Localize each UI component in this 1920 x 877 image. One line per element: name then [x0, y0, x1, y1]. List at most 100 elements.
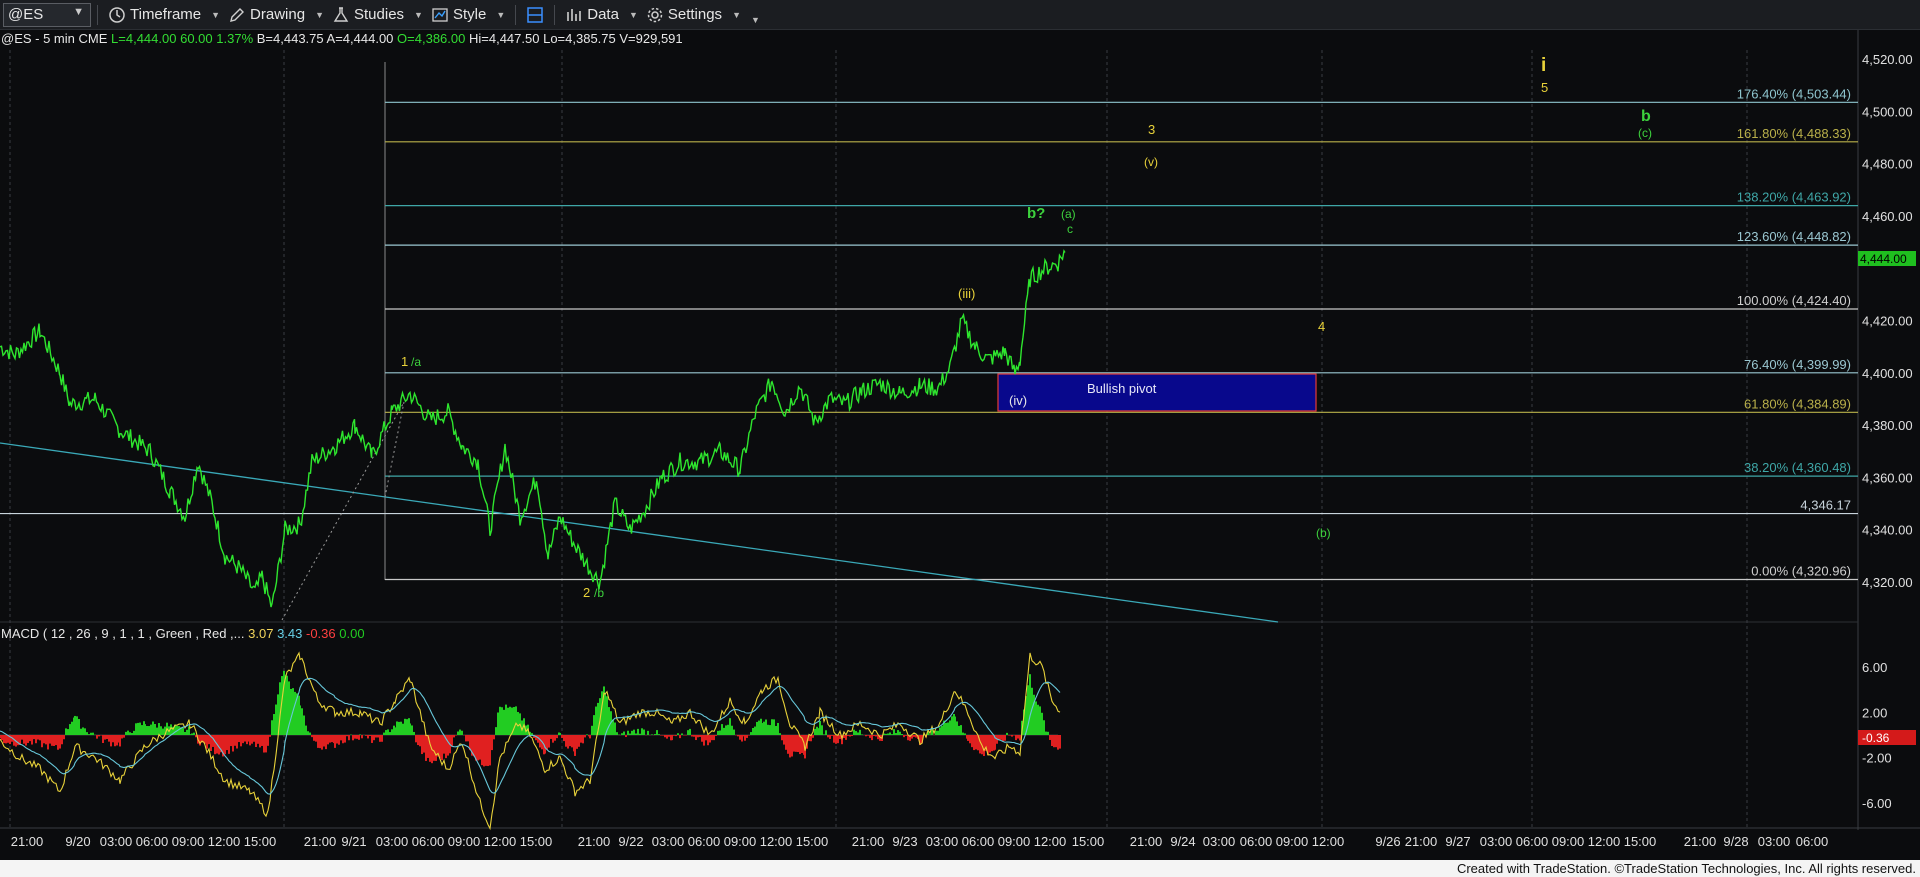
time-axis-label: 12:00	[1034, 834, 1067, 849]
time-axis-label: 9/27	[1445, 834, 1470, 849]
wave-label-c: c	[1067, 222, 1073, 236]
fib-level-label: 176.40% (4,503.44)	[1737, 86, 1851, 101]
exchange-label: CME	[78, 31, 108, 46]
fib-level-label: 138.20% (4,463.92)	[1737, 190, 1851, 205]
price-axis-label: 4,360.00	[1862, 470, 1913, 485]
time-axis-label: 12:00	[760, 834, 793, 849]
fib-level-label: 4,346.17	[1800, 498, 1851, 513]
fib-level-label: 161.80% (4,488.33)	[1737, 126, 1851, 141]
wave-label-a: /a	[411, 355, 421, 369]
time-axis-label: 9/24	[1170, 834, 1195, 849]
fib-level-label: 61.80% (4,384.89)	[1744, 396, 1851, 411]
wave-label-b-slash: /b	[594, 586, 604, 600]
time-axis-label: 15:00	[1072, 834, 1105, 849]
time-axis-label: 9/22	[618, 834, 643, 849]
time-axis-label: 21:00	[304, 834, 337, 849]
fib-level-label: 0.00% (4,320.96)	[1751, 563, 1851, 578]
wave-label-v: (v)	[1144, 155, 1158, 169]
pct-change: 1.37%	[216, 31, 254, 46]
wave-label-b: b	[1641, 108, 1651, 125]
time-axis-label: 12:00	[1588, 834, 1621, 849]
macd-axis-label: 6.00	[1862, 660, 1887, 675]
wave-label-b-question: b?	[1027, 205, 1045, 222]
time-axis-label: 09:00	[448, 834, 481, 849]
time-axis-label: 06:00	[962, 834, 995, 849]
fib-level-label: 100.00% (4,424.40)	[1737, 293, 1851, 308]
wave-label-c-paren: (c)	[1638, 126, 1652, 140]
price-axis-label: 4,420.00	[1862, 314, 1913, 329]
wave-label-3: 3	[1148, 122, 1155, 137]
fib-level-label: 76.40% (4,399.99)	[1744, 357, 1851, 372]
time-axis-label: 06:00	[688, 834, 721, 849]
price-axis-label: 4,400.00	[1862, 366, 1913, 381]
ask-price: A=4,444.00	[326, 31, 394, 46]
time-axis-label: 09:00	[172, 834, 205, 849]
macd-value: 3.07	[248, 626, 274, 641]
time-axis-label: 21:00	[1684, 834, 1717, 849]
last-price: L=4,444.00	[111, 31, 177, 46]
time-axis-label: 9/23	[892, 834, 917, 849]
net-change: 60.00	[180, 31, 213, 46]
bid-price: B=4,443.75	[256, 31, 324, 46]
open-price: O=4,386.00	[397, 31, 466, 46]
low-price: Lo=4,385.75	[543, 31, 616, 46]
time-axis-label: 21:00	[578, 834, 611, 849]
time-axis-label: 09:00	[1552, 834, 1585, 849]
time-axis-label: 15:00	[244, 834, 277, 849]
fib-level-label: 38.20% (4,360.48)	[1744, 460, 1851, 475]
price-axis-label: 4,320.00	[1862, 575, 1913, 590]
time-axis-label: 03:00	[926, 834, 959, 849]
macd-axis-label: -2.00	[1862, 751, 1892, 766]
price-axis-label: 4,500.00	[1862, 104, 1913, 119]
time-axis-label: 15:00	[796, 834, 829, 849]
time-axis-label: 06:00	[1516, 834, 1549, 849]
wave-label-1: 1	[401, 354, 408, 369]
fib-level-label: 123.60% (4,448.82)	[1737, 229, 1851, 244]
price-axis-label: 4,520.00	[1862, 52, 1913, 67]
wave-label-2: 2	[583, 585, 590, 600]
time-axis-label: 06:00	[1796, 834, 1829, 849]
wave-label-iv: (iv)	[1009, 393, 1027, 408]
time-axis-label: 21:00	[11, 834, 44, 849]
bullish-pivot-box[interactable]	[997, 373, 1317, 412]
copyright-footer: Created with TradeStation. ©TradeStation…	[0, 860, 1920, 877]
wave-label-a-paren: (a)	[1061, 207, 1076, 221]
bullish-pivot-label: Bullish pivot	[1087, 381, 1157, 396]
wave-label-b-paren: (b)	[1316, 526, 1331, 540]
time-axis-label: 21:00	[852, 834, 885, 849]
macd-legend: MACD ( 12 , 26 , 9 , 1 , 1 , Green , Red…	[1, 626, 365, 641]
time-axis-label: 12:00	[1312, 834, 1345, 849]
high-price: Hi=4,447.50	[468, 31, 540, 46]
time-axis-label: 9/28	[1723, 834, 1748, 849]
time-axis-label: 03:00	[376, 834, 409, 849]
price-chart[interactable]: 176.40% (4,503.44)161.80% (4,488.33)138.…	[0, 0, 1920, 860]
macd-value-tag-label: -0.36	[1862, 731, 1890, 745]
time-axis-label: 9/20	[65, 834, 90, 849]
time-axis-label: 09:00	[724, 834, 757, 849]
macd-axis-label: 2.00	[1862, 705, 1887, 720]
time-axis-label: 9/26	[1375, 834, 1400, 849]
time-axis-label: 15:00	[1624, 834, 1657, 849]
last-price-tag-label: 4,444.00	[1860, 252, 1907, 266]
symbol-status-line: @ES - 5 min CME L=4,444.00 60.00 1.37% B…	[1, 31, 683, 46]
time-axis-label: 03:00	[100, 834, 133, 849]
time-axis-label: 09:00	[1276, 834, 1309, 849]
macd-zero-value: 0.00	[339, 626, 365, 641]
wave-label-4: 4	[1318, 319, 1325, 334]
price-axis-label: 4,380.00	[1862, 418, 1913, 433]
time-axis-label: 06:00	[1240, 834, 1273, 849]
time-axis-label: 03:00	[1480, 834, 1513, 849]
time-axis-label: 03:00	[652, 834, 685, 849]
price-axis-label: 4,460.00	[1862, 209, 1913, 224]
wave-label-iii: (iii)	[958, 286, 975, 301]
wave-label-i: i	[1541, 55, 1546, 76]
time-axis-label: 06:00	[412, 834, 445, 849]
instrument-label: @ES - 5 min	[1, 31, 75, 46]
price-axis-label: 4,480.00	[1862, 157, 1913, 172]
time-axis-label: 09:00	[998, 834, 1031, 849]
time-axis-label: 03:00	[1203, 834, 1236, 849]
wave-label-5: 5	[1541, 80, 1548, 95]
price-axis-label: 4,340.00	[1862, 523, 1913, 538]
time-axis-label: 12:00	[484, 834, 517, 849]
macd-diff-value: -0.36	[306, 626, 336, 641]
